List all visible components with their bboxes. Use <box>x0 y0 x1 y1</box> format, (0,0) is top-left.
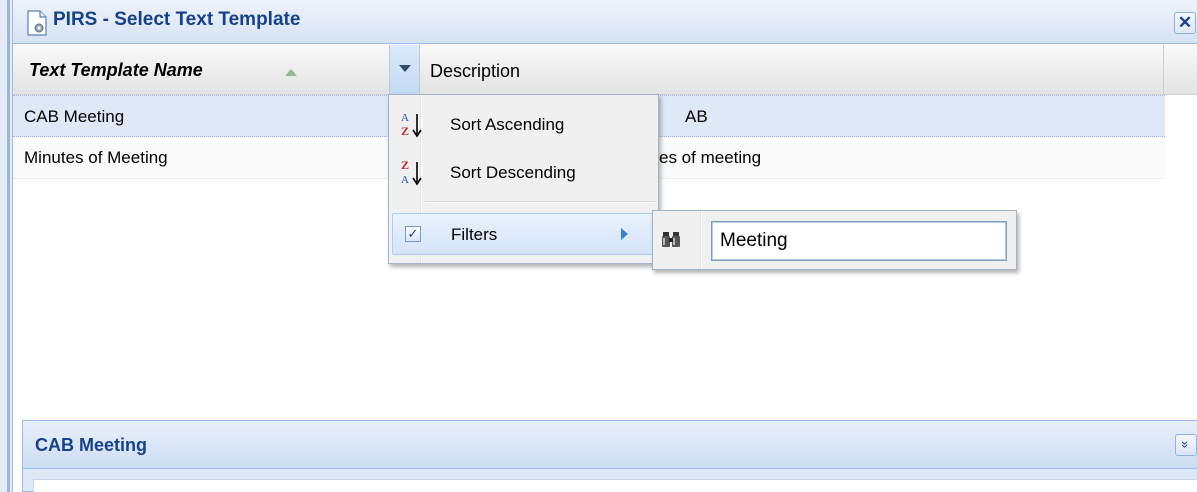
cell-template-name: Minutes of Meeting <box>24 148 168 167</box>
submenu-gutter <box>700 211 702 269</box>
chevron-down-icon <box>399 65 411 72</box>
window-titlebar[interactable]: PIRS - Select Text Template ✕ <box>13 0 1197 44</box>
column-header-text-template-name[interactable]: Text Template Name <box>13 45 389 95</box>
double-chevron-down-icon: » <box>1178 440 1194 449</box>
binoculars-icon <box>662 232 680 247</box>
preview-panel-body <box>33 479 1197 492</box>
grid-header: Text Template Name Description <box>13 45 1197 95</box>
window-title: PIRS - Select Text Template <box>53 9 301 30</box>
preview-panel-title: CAB Meeting <box>35 435 147 455</box>
cell-description: AB <box>685 107 708 126</box>
menu-item-sort-ascending[interactable]: A Z Sort Ascending <box>392 103 656 145</box>
svg-text:A: A <box>401 174 409 186</box>
collapse-button[interactable]: » <box>1175 434 1197 456</box>
menu-separator <box>425 201 655 203</box>
sort-ascending-indicator-icon <box>285 69 297 76</box>
column-header-description[interactable]: Description <box>430 61 520 82</box>
svg-text:A: A <box>401 112 409 124</box>
cell-template-name: CAB Meeting <box>24 107 125 126</box>
column-divider <box>1163 45 1164 95</box>
cell-description: es of meeting <box>659 148 762 167</box>
filter-input[interactable] <box>711 221 1007 261</box>
menu-item-label: Filters <box>451 225 498 244</box>
sort-ascending-icon: A Z <box>401 112 422 138</box>
checkbox-checked-icon[interactable]: ✓ <box>405 226 421 242</box>
column-header-label: Text Template Name <box>29 60 203 80</box>
submenu-arrow-icon <box>621 228 628 240</box>
left-edge-line <box>7 0 10 492</box>
document-gear-icon <box>27 10 47 36</box>
svg-text:Z: Z <box>401 158 409 172</box>
close-button[interactable]: ✕ <box>1174 12 1196 34</box>
left-edge-frame <box>0 0 12 492</box>
template-preview-panel: CAB Meeting » <box>22 420 1197 492</box>
sort-descending-icon: Z A <box>401 158 422 186</box>
menu-item-label: Sort Descending <box>450 163 576 182</box>
menu-item-label: Sort Ascending <box>450 115 565 134</box>
close-icon: ✕ <box>1177 13 1193 32</box>
filter-submenu <box>652 210 1017 270</box>
column-context-menu: A Z Sort Ascending Z A Sort Descending ✓… <box>388 94 659 264</box>
preview-panel-header[interactable]: CAB Meeting » <box>23 421 1197 469</box>
column-menu-trigger-button[interactable] <box>389 45 420 95</box>
menu-item-filters[interactable]: ✓ Filters <box>392 213 656 255</box>
menu-item-sort-descending[interactable]: Z A Sort Descending <box>392 151 656 193</box>
svg-text:Z: Z <box>401 124 409 138</box>
